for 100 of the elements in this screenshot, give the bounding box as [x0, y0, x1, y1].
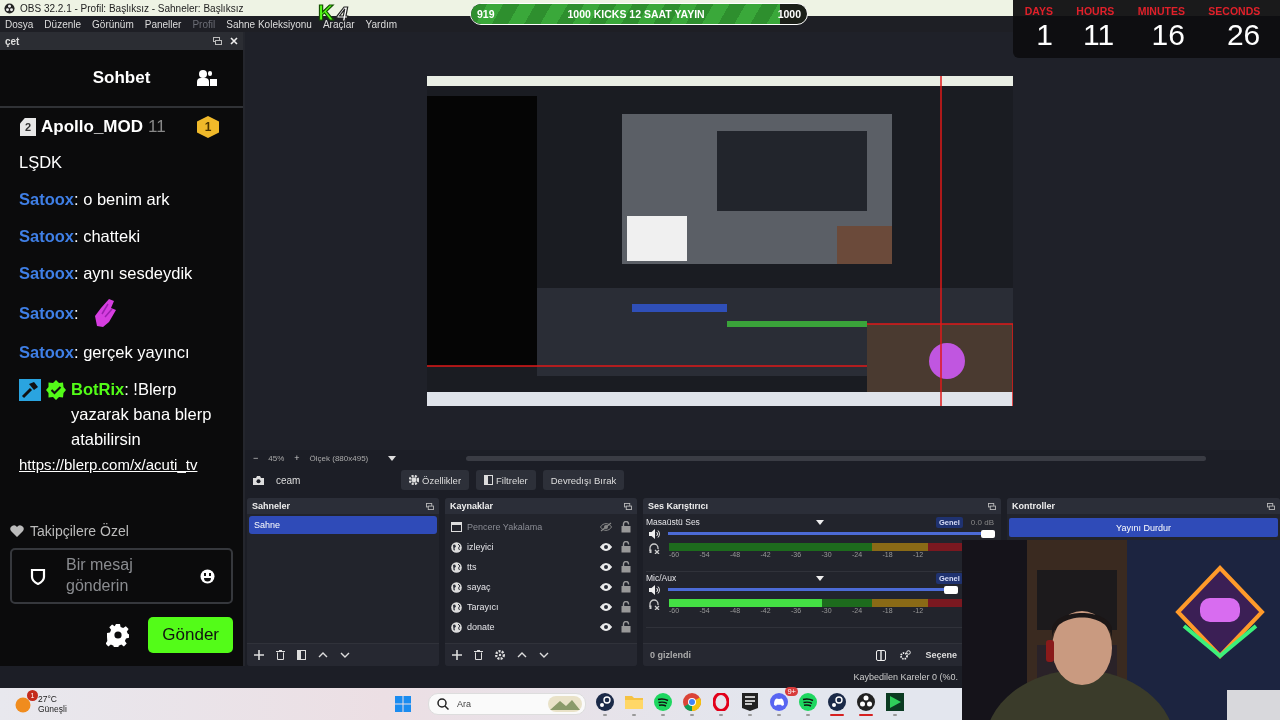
countdown-label: MINUTES: [1137, 5, 1185, 17]
stop-stream-button[interactable]: Yayını Durdur: [1009, 518, 1278, 537]
zoom-out-button[interactable]: −: [253, 453, 259, 463]
headphones-muted-icon[interactable]: [649, 599, 660, 610]
lock-icon[interactable]: [621, 561, 631, 573]
message-input[interactable]: Bir mesaj gönderin: [66, 554, 180, 598]
up-icon[interactable]: [318, 652, 328, 658]
chat-username[interactable]: Satoox: [19, 224, 74, 249]
lock-icon[interactable]: [621, 621, 631, 633]
windows-start-icon[interactable]: [395, 696, 411, 712]
filter-icon[interactable]: [297, 650, 306, 660]
shield-icon: [30, 567, 46, 585]
speaker-icon[interactable]: [649, 528, 660, 539]
search-field[interactable]: Ara: [428, 693, 586, 715]
source-item[interactable]: Tarayıcı: [467, 602, 595, 612]
scene-item[interactable]: Sahne: [249, 516, 437, 534]
source-item[interactable]: izleyici: [467, 542, 595, 552]
discord-icon[interactable]: [769, 693, 789, 711]
up-icon[interactable]: [517, 652, 527, 658]
obs-icon[interactable]: [857, 693, 875, 711]
menu-item[interactable]: Dosya: [5, 18, 34, 30]
chat-username[interactable]: Satoox: [19, 300, 74, 326]
float-icon[interactable]: [426, 502, 434, 510]
source-item[interactable]: sayaç: [467, 582, 595, 592]
source-item[interactable]: tts: [467, 562, 595, 572]
play-app-icon[interactable]: [886, 693, 904, 711]
epic-games-icon[interactable]: [742, 693, 758, 711]
source-item[interactable]: Pencere Yakalama: [467, 522, 595, 532]
chrome-icon[interactable]: [683, 693, 701, 711]
close-icon[interactable]: [230, 37, 238, 45]
globe-icon: [451, 601, 462, 613]
source-name: ceam: [276, 474, 302, 486]
lock-icon[interactable]: [621, 541, 631, 553]
weather-condition[interactable]: Güneşli: [38, 704, 67, 714]
menu-item[interactable]: Düzenle: [44, 18, 82, 30]
hidden-count: 0 gizlendi: [650, 650, 691, 660]
float-icon[interactable]: [624, 502, 632, 510]
send-button[interactable]: Gönder: [148, 617, 233, 653]
countdown-label: DAYS: [1024, 5, 1053, 17]
chat-message: : aynı sesdeydik: [74, 263, 193, 284]
username[interactable]: Apollo_MOD: [41, 117, 143, 137]
menu-item[interactable]: Yardım: [365, 18, 398, 30]
settings-icon[interactable]: [106, 623, 131, 647]
chat-username[interactable]: Satoox: [19, 187, 74, 212]
steam-icon[interactable]: [596, 693, 614, 711]
filter-icon: [484, 475, 494, 485]
users-icon[interactable]: [197, 69, 217, 87]
lock-icon[interactable]: [621, 581, 631, 593]
trash-icon[interactable]: [474, 650, 483, 660]
steam-icon[interactable]: [828, 693, 846, 711]
add-icon[interactable]: [254, 650, 264, 660]
dropdown-caret-icon[interactable]: [816, 575, 824, 581]
dropdown-caret-icon[interactable]: [816, 519, 824, 525]
lock-icon[interactable]: [621, 521, 631, 533]
spotify-icon[interactable]: [654, 693, 672, 711]
temperature[interactable]: 27°C: [38, 694, 67, 704]
down-icon[interactable]: [539, 652, 549, 658]
opera-icon[interactable]: [713, 693, 729, 711]
speaker-icon[interactable]: [649, 584, 660, 595]
scale-dropdown[interactable]: Ölçek (880x495): [309, 453, 397, 463]
source-item[interactable]: donate: [467, 622, 595, 632]
message-box[interactable]: Bir mesaj gönderin: [10, 548, 233, 604]
menu-item[interactable]: Görünüm: [92, 18, 134, 30]
lock-icon[interactable]: [621, 601, 631, 613]
horizontal-scrollbar[interactable]: [466, 455, 1207, 461]
trash-icon[interactable]: [276, 650, 285, 660]
panel-title: Kontroller: [1012, 501, 1055, 511]
volume-slider[interactable]: [668, 585, 958, 594]
float-icon[interactable]: [1267, 502, 1275, 510]
menu-item[interactable]: Sahne Koleksiyonu: [226, 18, 312, 30]
volume-reading: 0.0 dB: [970, 517, 994, 527]
toolbar-button[interactable]: Filtreler: [476, 470, 536, 490]
zoom-level: 45%: [268, 453, 285, 463]
float-icon[interactable]: [988, 502, 996, 510]
window-icon: [451, 522, 462, 532]
settings-icon[interactable]: [900, 650, 912, 660]
layout-icon[interactable]: [876, 649, 887, 661]
spotify-icon[interactable]: [799, 693, 817, 711]
window-title: OBS 32.2.1 - Profil: Başlıksız - Sahneler: Başlıksız: [20, 2, 244, 14]
add-icon[interactable]: [452, 650, 462, 660]
options-button[interactable]: Seçene: [925, 650, 957, 660]
channel-name: Mic/Aux: [646, 573, 678, 583]
emoji-icon[interactable]: [200, 568, 215, 584]
headphones-muted-icon[interactable]: [649, 543, 660, 554]
settings-icon[interactable]: [495, 650, 505, 660]
volume-slider[interactable]: [668, 529, 995, 538]
chat-link[interactable]: https://blerp.com/x/acuti_tv: [19, 452, 198, 477]
chat-username[interactable]: Satoox: [19, 340, 74, 365]
hammer-icon: [19, 379, 41, 401]
float-icon[interactable]: [213, 37, 222, 45]
panel-title: Sahneler: [252, 501, 291, 511]
zoom-in-button[interactable]: +: [294, 453, 300, 463]
toolbar-button[interactable]: Özellikler: [401, 470, 470, 490]
chat-message: : chatteki: [74, 226, 141, 247]
countdown-label: SECONDS: [1208, 5, 1261, 17]
chat-username[interactable]: Satoox: [19, 261, 74, 286]
menu-item[interactable]: Paneller: [144, 18, 182, 30]
toolbar-button[interactable]: Devredışı Bırak: [542, 470, 625, 490]
message-count: 11: [148, 117, 166, 137]
down-icon[interactable]: [340, 652, 350, 658]
